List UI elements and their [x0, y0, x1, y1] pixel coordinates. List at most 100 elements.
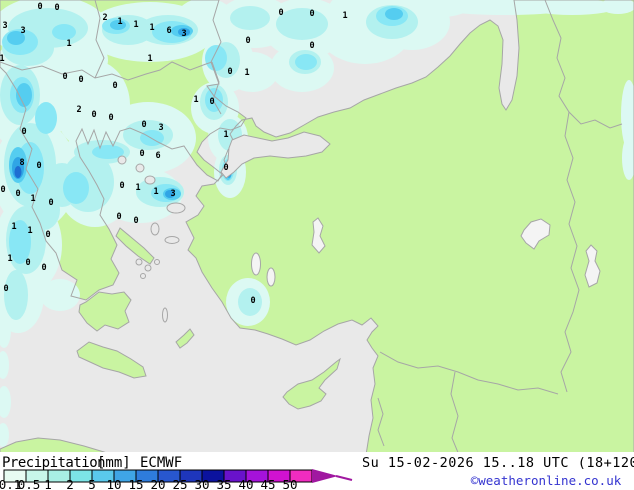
precip-value-label: 0: [278, 8, 283, 18]
precip-value-label: 6: [166, 26, 171, 36]
precip-value-label: 0: [223, 163, 228, 173]
precip-blob-level-2: [4, 270, 28, 320]
legend-copyright: ©weatheronline.co.uk: [471, 473, 622, 488]
precip-value-label: 0: [36, 161, 41, 171]
precip-value-label: 3: [181, 29, 186, 39]
precip-value-label: 3: [158, 123, 163, 133]
precip-value-label: 1: [342, 11, 347, 21]
legend-units: [mm]: [97, 455, 131, 471]
precip-blob-level-4: [16, 83, 32, 107]
island-chios: [151, 223, 159, 235]
precip-blob-level-3: [295, 54, 317, 70]
scale-tick-label: 40: [238, 477, 253, 490]
precip-value-label: 1: [11, 222, 16, 232]
precip-value-label: 1: [153, 187, 158, 197]
precip-value-label: 1: [117, 17, 122, 27]
precip-value-label: 0: [25, 258, 30, 268]
precip-value-label: 1: [135, 183, 140, 193]
precip-blob-level-4: [385, 8, 403, 20]
precip-value-label: 0: [108, 113, 113, 123]
precip-value-label: 1: [193, 95, 198, 105]
island-limnos: [145, 176, 155, 184]
scale-tick-label: 0.5: [18, 477, 41, 490]
precip-value-label: 1: [27, 226, 32, 236]
precip-value-label: 0: [48, 198, 53, 208]
precip-value-label: 3: [170, 189, 175, 199]
precip-value-label: 0: [54, 3, 59, 13]
legend-model: ECMWF: [140, 455, 182, 471]
scale-tick-label: 35: [216, 477, 231, 490]
precip-value-label: 0: [41, 263, 46, 273]
precip-value-label: 0: [245, 36, 250, 46]
precip-value-label: 0: [0, 185, 5, 195]
precip-blob-level-1: [40, 279, 80, 311]
scale-tick-label: 20: [150, 477, 165, 490]
scale-tick-label: 5: [88, 477, 96, 490]
precip-value-label: 2: [76, 105, 81, 115]
island-cyclades: [136, 259, 142, 265]
precip-value-label: 0: [37, 2, 42, 12]
precip-blob-level-3: [63, 172, 89, 204]
legend: Precipitation [mm] ECMWF Su 15-02-2026 1…: [0, 452, 634, 490]
precip-value-label: 0: [91, 110, 96, 120]
legend-title: Precipitation: [2, 455, 105, 471]
precip-value-label: 8: [19, 158, 24, 168]
precip-blob-level-3: [205, 45, 227, 71]
precip-blob-level-3: [52, 24, 76, 40]
scale-tick-label: 10: [106, 477, 121, 490]
precip-value-label: 6: [155, 151, 160, 161]
precip-value-label: 0: [227, 67, 232, 77]
precip-value-label: 0: [62, 72, 67, 82]
precip-value-label: 0: [119, 181, 124, 191]
precip-value-label: 0: [209, 97, 214, 107]
scale-tick-label: 50: [282, 477, 297, 490]
legend-datetime: Su 15-02-2026 15..18 UTC (18+120): [362, 455, 634, 471]
lake-egirdir: [267, 268, 275, 286]
island-samothraki: [136, 164, 144, 172]
scale-tick-label: 25: [172, 477, 187, 490]
precip-value-label: 0: [116, 212, 121, 222]
island-samos: [165, 237, 179, 244]
precip-value-label: 1: [66, 39, 71, 49]
precip-value-label: 1: [244, 68, 249, 78]
weather-map: 0033211163111000102000301068000100113001…: [0, 0, 634, 455]
scale-tick-label: 45: [260, 477, 275, 490]
precip-value-label: 1: [30, 194, 35, 204]
precip-value-label: 0: [45, 230, 50, 240]
island-thasos: [118, 156, 126, 164]
precip-value-label: 0: [141, 120, 146, 130]
scale-tick-label: 1: [44, 477, 52, 490]
precip-value-label: 1: [223, 130, 228, 140]
island-cyclades: [141, 274, 146, 279]
precip-value-label: 0: [3, 284, 8, 294]
island-cyclades: [145, 265, 151, 271]
precip-value-label: 1: [133, 20, 138, 30]
precip-value-label: 0: [250, 296, 255, 306]
precip-blob-level-2: [276, 8, 328, 40]
lake-beysehir: [252, 253, 261, 275]
precip-value-label: 0: [78, 75, 83, 85]
precip-value-label: 1: [7, 254, 12, 264]
island-lesbos: [167, 203, 185, 213]
precip-value-label: 3: [2, 21, 7, 31]
precip-value-label: 1: [149, 23, 154, 33]
precip-blob-level-2: [230, 6, 270, 30]
precip-value-label: 2: [102, 13, 107, 23]
colorbar-arrow-tail: [336, 476, 352, 480]
scale-tick-label: 15: [128, 477, 143, 490]
precip-value-label: 0: [21, 127, 26, 137]
precip-value-label: 0: [15, 189, 20, 199]
colorbar-arrow-icon: [312, 469, 338, 483]
scale-tick-label: 30: [194, 477, 209, 490]
scale-tick-label: 2: [66, 477, 74, 490]
precip-value-label: 3: [20, 26, 25, 36]
precip-value-label: 0: [309, 41, 314, 51]
precip-value-label: 1: [0, 54, 5, 64]
island-karpathos: [163, 308, 168, 322]
island-cyclades: [155, 260, 160, 265]
precip-blob-level-3: [35, 102, 57, 134]
precip-value-label: 0: [309, 9, 314, 19]
precip-value-label: 0: [112, 81, 117, 91]
precip-value-label: 1: [147, 54, 152, 64]
precip-value-label: 0: [139, 149, 144, 159]
